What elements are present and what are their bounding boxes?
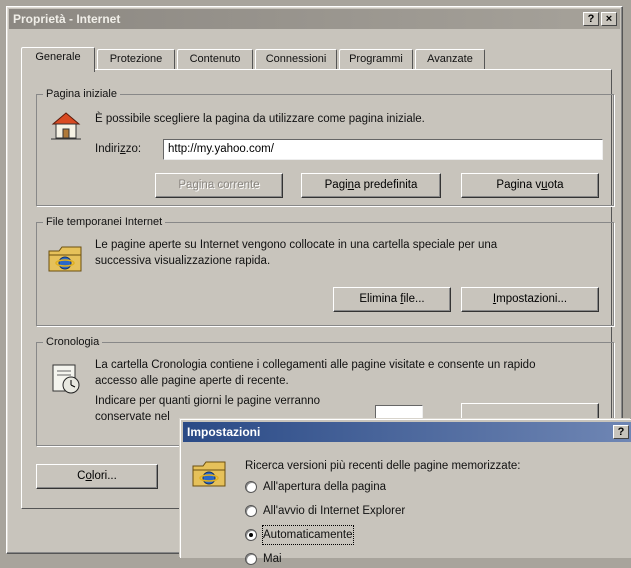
tab-connessioni[interactable]: Connessioni xyxy=(255,49,337,70)
folder-ie-icon xyxy=(192,461,226,487)
temp-files-group-title: File temporanei Internet xyxy=(43,215,166,229)
default-page-button[interactable]: Pagina predefinita xyxy=(301,173,441,198)
history-days-label-1: Indicare per quanti giorni le pagine ver… xyxy=(95,395,321,407)
tab-contenuto[interactable]: Contenuto xyxy=(177,49,253,70)
home-page-group-title: Pagina iniziale xyxy=(43,87,120,101)
settings-help-button[interactable]: ? xyxy=(613,425,629,439)
radio-button-checked[interactable] xyxy=(245,529,257,541)
help-button[interactable]: ? xyxy=(583,12,599,26)
title-bar[interactable]: Proprietà - Internet ? × xyxy=(9,9,620,29)
temp-settings-button[interactable]: Impostazioni... xyxy=(461,287,599,312)
radio-button[interactable] xyxy=(245,481,257,493)
history-icon xyxy=(52,364,80,394)
radio-button[interactable] xyxy=(245,505,257,517)
colors-button[interactable]: Colori... xyxy=(36,464,158,489)
folder-ie-icon xyxy=(48,246,82,272)
home-page-description: È possibile scegliere la pagina da utili… xyxy=(95,113,425,125)
tab-protezione[interactable]: Protezione xyxy=(97,49,175,70)
delete-files-button[interactable]: Elimina file... xyxy=(333,287,451,312)
tab-generale[interactable]: Generale xyxy=(21,47,95,72)
radio-button[interactable] xyxy=(245,553,257,565)
history-group-title: Cronologia xyxy=(43,335,103,349)
address-input[interactable]: http://my.yahoo.com/ xyxy=(163,139,603,160)
settings-dialog-title-bar[interactable]: Impostazioni ? xyxy=(183,422,631,442)
blank-page-button[interactable]: Pagina vuota xyxy=(461,173,599,198)
tab-programmi[interactable]: Programmi xyxy=(339,49,413,70)
tab-avanzate[interactable]: Avanzate xyxy=(415,49,485,70)
temp-files-description-2: successiva visualizzazione rapida. xyxy=(95,255,271,267)
settings-dialog: Impostazioni ? Ricerca versioni più rece… xyxy=(180,419,631,565)
settings-dialog-title: Impostazioni xyxy=(187,425,261,439)
history-description-1: La cartella Cronologia contiene i colleg… xyxy=(95,359,536,371)
home-icon xyxy=(51,112,81,140)
history-description-2: accesso alle pagine aperte di recente. xyxy=(95,375,289,387)
temp-files-group: File temporanei Internet Le pagine apert… xyxy=(36,215,614,326)
temp-files-description-1: Le pagine aperte su Internet vengono col… xyxy=(95,239,498,251)
close-button[interactable]: × xyxy=(601,12,617,26)
home-page-group: Pagina iniziale È possibile scegliere la… xyxy=(36,87,614,206)
address-label: Indirizzo: xyxy=(95,143,142,155)
history-days-label-2: conservate nel xyxy=(95,411,170,423)
settings-prompt: Ricerca versioni più recenti delle pagin… xyxy=(245,460,521,472)
window-title: Proprietà - Internet xyxy=(13,12,121,26)
current-page-button[interactable]: Pagina corrente xyxy=(155,173,283,198)
